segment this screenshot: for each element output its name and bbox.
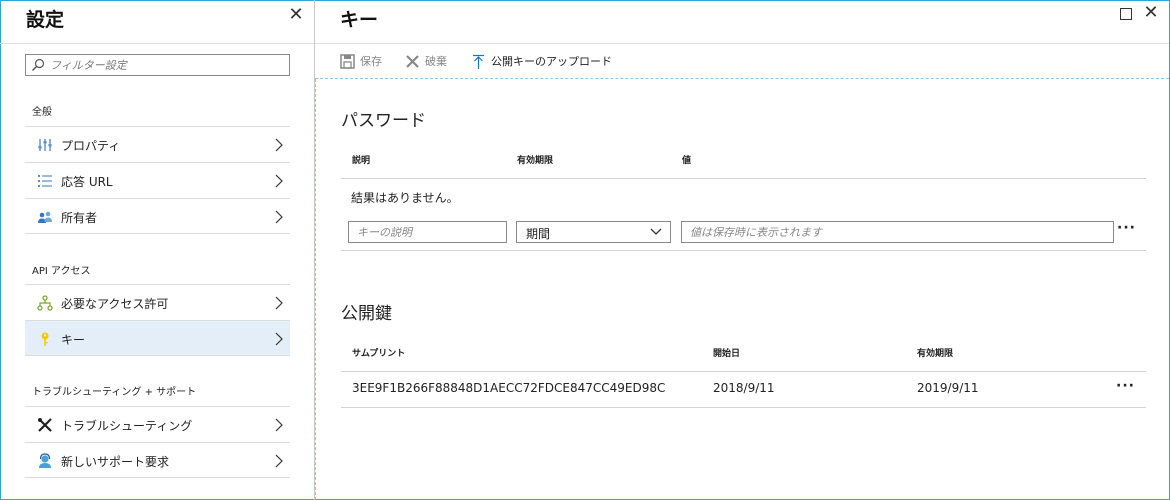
properties-icon (38, 139, 52, 151)
key-description-field[interactable] (349, 222, 506, 242)
tools-icon (38, 418, 52, 432)
key-description-input[interactable] (348, 221, 507, 243)
owners-icon (38, 211, 52, 223)
key-value-field[interactable] (682, 222, 1113, 242)
section-troubleshooting-label: トラブルシューティング + サポート (32, 387, 197, 398)
column-header-expires: 有効期限 (517, 156, 554, 166)
discard-label: 破棄 (425, 55, 447, 68)
public-keys-heading: 公開鍵 (341, 304, 392, 324)
menu-item-keys[interactable]: キー (25, 320, 290, 356)
divider (341, 371, 1146, 372)
no-results-text: 結果はありません。 (351, 191, 459, 205)
api-access-menu: 必要なアクセス許可 キー (25, 284, 290, 356)
divider (341, 407, 1146, 408)
chevron-right-icon (275, 332, 283, 346)
save-label: 保存 (360, 55, 382, 68)
filter-input-field[interactable] (50, 57, 285, 73)
start-date-cell: 2018/9/11 (713, 381, 775, 395)
menu-item-label: 所有者 (61, 211, 98, 225)
chevron-right-icon (275, 296, 283, 310)
menu-item-properties[interactable]: プロパティ (25, 126, 290, 162)
duration-value: 期間 (526, 227, 551, 241)
upload-public-key-button[interactable]: 公開キーのアップロード (471, 53, 612, 69)
general-menu: プロパティ 応答 URL 所有者 (25, 126, 290, 234)
chevron-right-icon (275, 174, 283, 188)
section-general-label: 全般 (32, 107, 52, 118)
menu-item-reply-urls[interactable]: 応答 URL (25, 162, 290, 198)
duration-dropdown[interactable]: 期間 (516, 221, 671, 243)
upload-label: 公開キーのアップロード (491, 55, 612, 68)
column-header-thumbprint: サムプリント (352, 349, 406, 359)
column-header-value: 値 (682, 156, 692, 166)
chevron-right-icon (275, 138, 283, 152)
command-bar: 保存 破棄 公開キーのアップロード (315, 44, 1169, 79)
discard-icon (406, 54, 419, 68)
column-header-expires: 有効期限 (917, 349, 954, 359)
menu-item-label: 必要なアクセス許可 (61, 297, 169, 311)
menu-item-label: トラブルシューティング (61, 419, 193, 433)
keys-header: キー ✕ (315, 0, 1169, 44)
column-header-start-date: 開始日 (713, 349, 741, 359)
maximize-icon[interactable] (1120, 8, 1132, 20)
keys-blade: キー ✕ 保存 破棄 公開キーのアップロード パスワード 説明 有効期限 値 結… (315, 0, 1169, 500)
list-icon (38, 175, 52, 187)
divider (341, 250, 1146, 251)
close-icon[interactable]: ✕ (1141, 3, 1161, 23)
discard-button[interactable]: 破棄 (405, 53, 447, 69)
menu-item-label: キー (61, 333, 86, 347)
settings-title: 設定 (26, 9, 65, 31)
chevron-right-icon (275, 418, 283, 432)
save-button[interactable]: 保存 (340, 53, 382, 69)
chevron-right-icon (275, 454, 283, 468)
menu-item-label: 新しいサポート要求 (61, 455, 170, 469)
section-api-access-label: API アクセス (32, 266, 91, 277)
menu-item-troubleshooting[interactable]: トラブルシューティング (25, 406, 290, 442)
keys-content: パスワード 説明 有効期限 値 結果はありません。 期間 ··· 公開鍵 サムプ… (315, 79, 1169, 500)
filter-settings-input[interactable] (25, 54, 290, 76)
search-icon (32, 58, 45, 71)
chevron-down-icon (650, 228, 662, 235)
key-icon (41, 332, 49, 346)
menu-item-owners[interactable]: 所有者 (25, 198, 290, 234)
thumbprint-cell: 3EE9F1B266F88848D1AECC72FDCE847CC49ED98C (352, 381, 666, 395)
save-icon (340, 53, 355, 69)
close-icon[interactable]: ✕ (286, 5, 306, 25)
key-value-input[interactable] (681, 221, 1114, 243)
menu-item-label: 応答 URL (61, 175, 113, 189)
passwords-heading: パスワード (341, 111, 426, 131)
more-options-button[interactable]: ··· (1117, 220, 1136, 236)
permissions-icon (37, 295, 53, 311)
support-icon (39, 453, 51, 468)
more-options-button[interactable]: ··· (1116, 378, 1135, 394)
menu-item-label: プロパティ (61, 139, 121, 153)
upload-icon (473, 54, 484, 69)
expires-cell: 2019/9/11 (917, 381, 979, 395)
divider (341, 178, 1146, 179)
chevron-right-icon (275, 210, 283, 224)
keys-title: キー (340, 9, 379, 31)
menu-item-required-permissions[interactable]: 必要なアクセス許可 (25, 284, 290, 320)
troubleshooting-menu: トラブルシューティング 新しいサポート要求 (25, 406, 290, 478)
menu-item-new-support-request[interactable]: 新しいサポート要求 (25, 442, 290, 478)
column-header-description: 説明 (352, 156, 371, 166)
settings-header: 設定 ✕ (0, 0, 314, 44)
settings-blade: 設定 ✕ 全般 プロパティ (0, 0, 315, 500)
